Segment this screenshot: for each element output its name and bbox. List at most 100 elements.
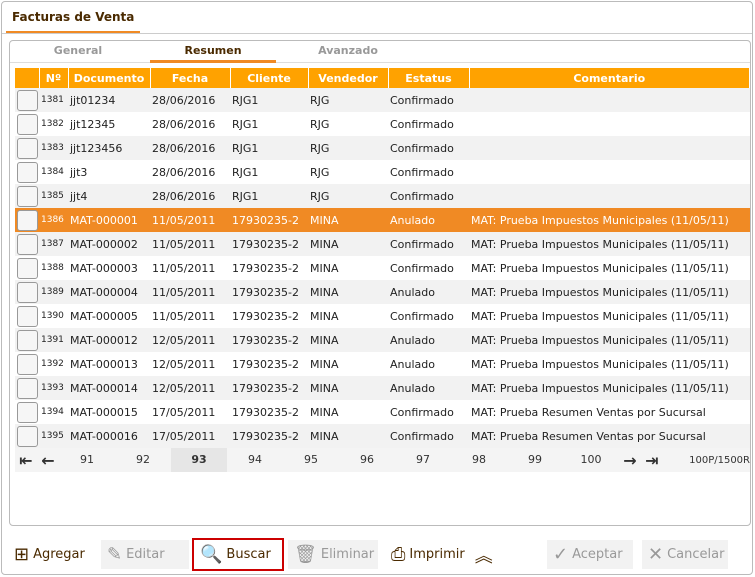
row-checkbox[interactable] [17,113,38,135]
row-checkbox[interactable] [17,329,38,351]
table-row[interactable]: 1386 MAT-000001 11/05/2011 17930235-2 MINA An… [15,208,750,232]
page-link[interactable]: 99 [507,448,563,472]
column-header[interactable]: Estatus [388,68,470,88]
row-checkbox[interactable] [17,377,38,399]
table-cell: 1382 [41,119,64,129]
row-checkbox[interactable] [17,353,38,375]
collapse-icon[interactable]: ︽ [475,542,493,568]
table-cell: jjt12345 [70,117,116,131]
table-cell: 1394 [41,407,64,417]
delete-button[interactable]: 🗑 Eliminar [288,540,378,569]
table-cell: 1387 [39,232,68,256]
table-cell: MAT-000016 [68,424,150,448]
column-header[interactable]: Fecha [150,68,231,88]
tab-general[interactable]: General [15,44,141,63]
table-cell [469,112,750,136]
table-row[interactable]: 1389 MAT-000004 11/05/2011 17930235-2 MINA An… [15,280,750,304]
table-cell: MINA [308,208,388,232]
table-cell: MAT: Prueba Impuestos Municipales (11/05… [469,280,750,304]
table-cell: 1391 [39,328,68,352]
table-cell: jjt4 [68,184,150,208]
row-checkbox[interactable] [17,401,38,423]
edit-button[interactable]: ✎ Editar [101,540,189,569]
table-cell: MAT-000002 [68,232,150,256]
row-checkbox-cell [15,352,39,376]
table-cell: MAT: Prueba Impuestos Municipales (11/05… [469,232,750,256]
column-header[interactable]: Vendedor [308,68,389,88]
table-row[interactable]: 1393 MAT-000014 12/05/2011 17930235-2 MINA An… [15,376,750,400]
prev-page-icon[interactable]: ← [37,451,59,470]
table-row[interactable]: 1385 jjt4 28/06/2016 RJG1 RJG Confirmado [15,184,750,208]
table-cell: 11/05/2011 [150,208,230,232]
row-checkbox[interactable] [17,89,38,111]
table-row[interactable]: 1390 MAT-000005 11/05/2011 17930235-2 MINA Co… [15,304,750,328]
table-cell: 1395 [39,424,68,448]
row-checkbox-cell [15,328,39,352]
page-total: 100P/1500R [689,454,750,466]
table-row[interactable]: 1384 jjt3 28/06/2016 RJG1 RJG Confirmado [15,160,750,184]
table-cell: MAT: Prueba Impuestos Municipales (11/05… [471,309,729,323]
row-checkbox[interactable] [17,257,38,279]
table-row[interactable]: 1395 MAT-000016 17/05/2011 17930235-2 MINA Co… [15,424,750,448]
delete-label: Eliminar [320,547,375,562]
print-button[interactable]: ⎙ Imprimir ︽ [385,540,499,569]
page-link[interactable]: 95 [283,448,339,472]
add-label: Agregar [33,547,85,562]
row-checkbox[interactable] [17,209,38,231]
table-row[interactable]: 1394 MAT-000015 17/05/2011 17930235-2 MINA Co… [15,400,750,424]
table-cell: Confirmado [390,165,454,179]
page-link[interactable]: 91 [59,448,115,472]
last-page-icon[interactable]: ⇥ [641,451,663,470]
table-row[interactable]: 1383 jjt123456 28/06/2016 RJG1 RJG Confirmado [15,136,750,160]
divider [2,33,752,34]
row-checkbox[interactable] [17,281,38,303]
next-page-icon[interactable]: → [619,451,641,470]
table-row[interactable]: 1387 MAT-000002 11/05/2011 17930235-2 MINA Co… [15,232,750,256]
table-cell: MAT-000014 [68,376,150,400]
table-cell [469,136,750,160]
table-row[interactable]: 1388 MAT-000003 11/05/2011 17930235-2 MINA Co… [15,256,750,280]
table-cell: MAT-000001 [68,208,150,232]
table-cell: 28/06/2016 [150,136,230,160]
search-button[interactable]: 🔍 Buscar [192,538,284,571]
table-cell: MAT: Prueba Resumen Ventas por Sucursal [469,424,750,448]
row-checkbox[interactable] [17,185,38,207]
page-link[interactable]: 97 [395,448,451,472]
page-link[interactable]: 100 [563,448,619,472]
table-cell: RJG1 [232,117,259,131]
page-link[interactable]: 96 [339,448,395,472]
row-checkbox[interactable] [17,161,38,183]
cancel-button[interactable]: ✕ Cancelar [642,540,728,569]
edit-label: Editar [126,547,165,562]
column-header[interactable]: Nº [39,68,69,88]
page-link[interactable]: 94 [227,448,283,472]
column-header[interactable]: Comentario [469,68,750,88]
table-cell: 11/05/2011 [150,280,230,304]
table-cell: 1389 [39,280,68,304]
table-row[interactable]: 1382 jjt12345 28/06/2016 RJG1 RJG Confirmado [15,112,750,136]
add-button[interactable]: ⊞ Agregar [8,540,91,569]
page-link[interactable]: 92 [115,448,171,472]
table-row[interactable]: 1381 jjt01234 28/06/2016 RJG1 RJG Confirmado [15,88,750,112]
table-row[interactable]: 1391 MAT-000012 12/05/2011 17930235-2 MINA An… [15,328,750,352]
table-cell: RJG1 [230,184,308,208]
tab-avanzado[interactable]: Avanzado [285,44,411,63]
row-checkbox[interactable] [17,233,38,255]
table-cell: 17930235-2 [232,261,299,275]
accept-button[interactable]: ✓ Aceptar [547,540,633,569]
table-row[interactable]: 1392 MAT-000013 12/05/2011 17930235-2 MINA An… [15,352,750,376]
accept-label: Aceptar [572,547,623,562]
page-link[interactable]: 98 [451,448,507,472]
row-checkbox[interactable] [17,305,38,327]
table-cell: 1385 [39,184,68,208]
table-cell: 17930235-2 [230,376,308,400]
tab-resumen[interactable]: Resumen [150,44,276,63]
table-cell: Confirmado [388,424,469,448]
page-link[interactable]: 93 [171,448,227,472]
column-header[interactable]: Cliente [230,68,309,88]
row-checkbox[interactable] [17,425,38,447]
first-page-icon[interactable]: ⇤ [15,451,37,470]
column-header[interactable]: Documento [68,68,151,88]
table-cell: 12/05/2011 [152,357,216,371]
row-checkbox[interactable] [17,137,38,159]
